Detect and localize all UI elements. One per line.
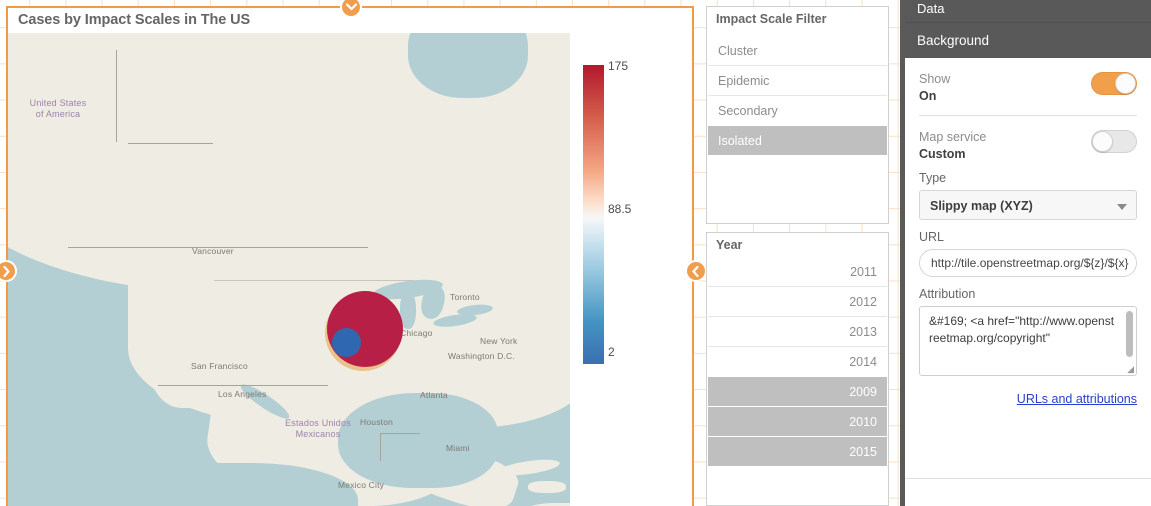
resize-handle-icon[interactable]: ◢	[1127, 365, 1134, 374]
land-cuba	[497, 456, 561, 479]
map-label-vancouver: Vancouver	[192, 246, 234, 256]
color-legend-min: 2	[608, 345, 615, 359]
attribution-textarea[interactable]: &#169; <a href="http://www.openstreetmap…	[919, 306, 1137, 376]
cases-bubble-small[interactable]	[332, 328, 361, 357]
chevron-right-icon	[3, 265, 10, 277]
list-item[interactable]: 2013	[708, 317, 887, 347]
properties-section-background[interactable]: Background	[905, 22, 1151, 58]
attribution-scrollbar[interactable]	[1126, 311, 1133, 357]
color-legend-mid: 88.5	[608, 202, 632, 216]
chart-title: Cases by Impact Scales in The US	[18, 12, 251, 28]
chevron-left-handle[interactable]	[685, 260, 707, 282]
type-select[interactable]: Slippy map (XYZ)	[919, 190, 1137, 220]
type-label: Type	[919, 171, 947, 185]
chevron-down-icon	[345, 3, 357, 11]
list-item-selected[interactable]: Isolated	[708, 126, 887, 156]
chevron-down-icon	[1117, 204, 1127, 210]
map-service-group: Map service Custom Type Slippy map (XYZ)…	[919, 116, 1137, 420]
url-label: URL	[919, 230, 945, 244]
show-toggle-knob	[1115, 73, 1136, 94]
map-label-country-us: United States of America	[29, 98, 87, 119]
border-us-canada-west	[116, 50, 117, 142]
impact-scale-listbox[interactable]: Cluster Epidemic Secondary Isolated	[708, 36, 887, 156]
map-label-houston: Houston	[360, 417, 394, 427]
map-label-mexico-city: Mexico City	[338, 480, 385, 490]
map-service-toggle-knob	[1092, 131, 1113, 152]
url-input[interactable]: http://tile.openstreetmap.org/${z}/${x}	[919, 249, 1137, 277]
type-select-value: Slippy map (XYZ)	[930, 199, 1033, 213]
list-item-selected[interactable]: 2009	[708, 377, 887, 407]
map-label-country-mx: Estados Unidos Mexicanos	[285, 418, 351, 439]
border-yucatan	[380, 433, 420, 434]
map-label-washington-dc: Washington D.C.	[448, 351, 515, 361]
attribution-label: Attribution	[919, 287, 976, 301]
map-label-toronto: Toronto	[450, 292, 480, 302]
water-gulf-of-mexico	[338, 393, 498, 488]
border-us-mexico	[158, 385, 328, 386]
list-item[interactable]: 2012	[708, 287, 887, 317]
impact-scale-filter-title: Impact Scale Filter	[716, 12, 827, 26]
properties-section-data[interactable]: Data	[905, 0, 1151, 22]
list-item-selected[interactable]: 2010	[708, 407, 887, 437]
show-setting-group: Show On	[919, 58, 1137, 116]
app-root: Cases by Impact Scales in The US United …	[0, 0, 1151, 506]
route-vancouver-east	[214, 280, 414, 281]
land-hispaniola	[528, 481, 566, 493]
list-item-selected[interactable]: 2015	[708, 437, 887, 467]
border-alaska-panhandle	[128, 143, 213, 144]
year-filter-title: Year	[716, 238, 743, 252]
list-item[interactable]: 2014	[708, 347, 887, 377]
map-label-san-francisco: San Francisco	[191, 361, 248, 371]
map-label-miami: Miami	[446, 443, 470, 453]
impact-scale-filter-pane[interactable]: Impact Scale Filter Cluster Epidemic Sec…	[706, 6, 889, 224]
list-item[interactable]: 2011	[708, 257, 887, 287]
map-label-new-york: New York	[480, 336, 518, 346]
border-mexico-guatemala	[380, 433, 381, 461]
map-canvas[interactable]: United States of America Estados Unidos Me…	[8, 33, 570, 506]
show-toggle[interactable]	[1091, 72, 1137, 95]
list-item[interactable]: Epidemic	[708, 66, 887, 96]
properties-divider	[905, 478, 1151, 479]
map-label-chicago: Chicago	[400, 328, 433, 338]
map-label-atlanta: Atlanta	[420, 390, 448, 400]
map-service-toggle[interactable]	[1091, 130, 1137, 153]
attribution-text: &#169; <a href="http://www.openstreetmap…	[929, 314, 1115, 345]
map-chart-container[interactable]: Cases by Impact Scales in The US United …	[6, 6, 694, 506]
map-label-los-angeles: Los Angeles	[218, 389, 267, 399]
year-listbox[interactable]: 2011 2012 2013 2014 2009 2010 2015	[708, 257, 887, 467]
properties-panel: Data Background Show On Map service Cust…	[900, 0, 1151, 506]
color-legend-gradient	[583, 65, 604, 364]
list-item[interactable]: Cluster	[708, 36, 887, 66]
urls-attributions-row: URLs and attributions	[919, 376, 1137, 408]
list-item[interactable]: Secondary	[708, 96, 887, 126]
color-legend-max: 175	[608, 59, 629, 73]
properties-body: Show On Map service Custom Type Slippy m…	[905, 58, 1151, 479]
year-filter-pane[interactable]: Year 2011 2012 2013 2014 2009 2010 2015	[706, 232, 889, 506]
chevron-left-icon	[692, 265, 699, 277]
urls-and-attributions-link[interactable]: URLs and attributions	[1017, 392, 1137, 406]
